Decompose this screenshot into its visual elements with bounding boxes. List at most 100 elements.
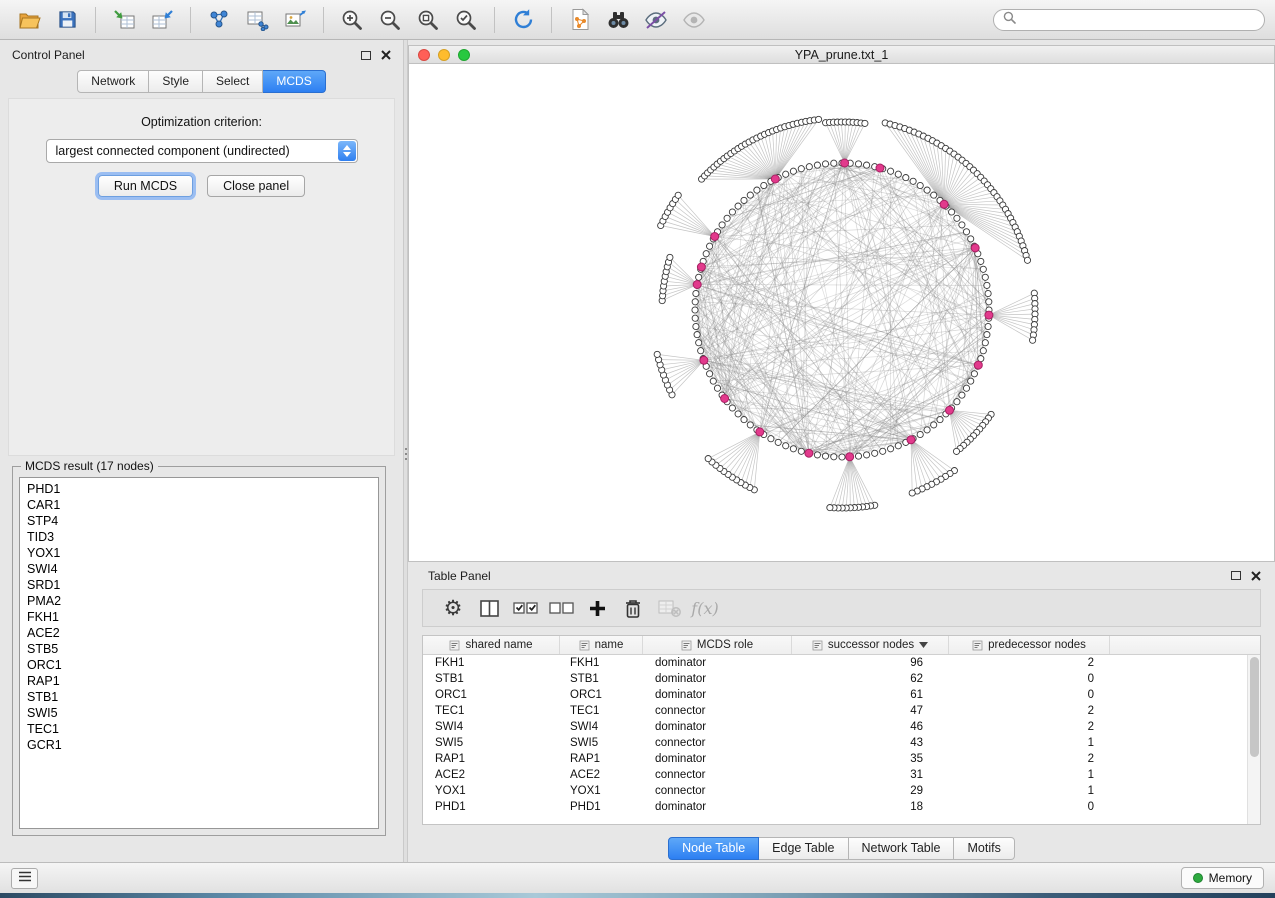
table-row[interactable]: PHD1PHD1dominator180 — [423, 799, 1247, 815]
mcds-result-item[interactable]: PMA2 — [27, 593, 378, 609]
table-row[interactable]: ACE2ACE2connector311 — [423, 767, 1247, 783]
tab-motifs[interactable]: Motifs — [954, 837, 1014, 860]
network-canvas[interactable] — [408, 64, 1275, 562]
float-panel-icon[interactable] — [361, 51, 371, 60]
tab-network[interactable]: Network — [77, 70, 149, 93]
table-row[interactable]: SWI5SWI5connector431 — [423, 735, 1247, 751]
memory-label: Memory — [1209, 871, 1252, 885]
network-graph — [409, 64, 1274, 561]
mcds-result-list[interactable]: PHD1CAR1STP4TID3YOX1SWI4SRD1PMA2FKH1ACE2… — [19, 477, 379, 829]
table-row[interactable]: ORC1ORC1dominator610 — [423, 687, 1247, 703]
zoom-fit-icon[interactable] — [410, 4, 446, 35]
cell: 29 — [792, 783, 949, 799]
cell: 2 — [949, 655, 1110, 671]
mcds-result-item[interactable]: ACE2 — [27, 625, 378, 641]
table-scrollbar[interactable] — [1247, 655, 1260, 824]
mcds-result-item[interactable]: SWI5 — [27, 705, 378, 721]
column-header-MCDS-role[interactable]: MCDS role — [643, 636, 792, 654]
zoom-selected-icon[interactable] — [448, 4, 484, 35]
open-session-icon[interactable] — [11, 4, 47, 35]
mcds-result-box: MCDS result (17 nodes) PHD1CAR1STP4TID3Y… — [12, 466, 386, 836]
table-row[interactable]: YOX1YOX1connector291 — [423, 783, 1247, 799]
mcds-result-item[interactable]: YOX1 — [27, 545, 378, 561]
mcds-result-item[interactable]: STB1 — [27, 689, 378, 705]
zoom-in-icon[interactable] — [334, 4, 370, 35]
delete-row-icon[interactable] — [615, 593, 651, 623]
column-header-name[interactable]: name — [560, 636, 643, 654]
show-eye-icon[interactable] — [676, 4, 712, 35]
optimization-dropdown[interactable]: largest connected component (undirected) — [46, 139, 358, 163]
new-network-icon[interactable] — [201, 4, 237, 35]
tab-network-table[interactable]: Network Table — [849, 837, 955, 860]
export-image-icon[interactable] — [277, 4, 313, 35]
mcds-result-item[interactable]: TEC1 — [27, 721, 378, 737]
cell: RAP1 — [423, 751, 560, 767]
select-all-icon[interactable] — [507, 593, 543, 623]
scrollbar-thumb[interactable] — [1250, 657, 1259, 757]
network-titlebar[interactable]: YPA_prune.txt_1 — [408, 45, 1275, 64]
columns-icon[interactable] — [471, 593, 507, 623]
cytoscape-window: Control Panel NetworkStyleSelectMCDS Opt… — [0, 0, 1275, 893]
search-binoculars-icon[interactable] — [600, 4, 636, 35]
mcds-result-item[interactable]: TID3 — [27, 529, 378, 545]
cell: SWI5 — [423, 735, 560, 751]
mcds-result-item[interactable]: CAR1 — [27, 497, 378, 513]
save-session-icon[interactable] — [49, 4, 85, 35]
memory-button[interactable]: Memory — [1181, 867, 1264, 889]
tab-node-table[interactable]: Node Table — [668, 837, 759, 860]
export-network-icon[interactable] — [562, 4, 598, 35]
run-mcds-button[interactable]: Run MCDS — [98, 175, 193, 197]
window-maximize-icon[interactable] — [458, 49, 470, 61]
cell: 62 — [792, 671, 949, 687]
close-panel-button[interactable]: Close panel — [207, 175, 305, 197]
column-header-successor-nodes[interactable]: successor nodes — [792, 636, 949, 654]
import-network-icon[interactable] — [106, 4, 142, 35]
close-panel-icon[interactable] — [381, 50, 391, 60]
mcds-result-item[interactable]: SRD1 — [27, 577, 378, 593]
menu-button[interactable] — [11, 868, 38, 889]
settings-gear-icon[interactable]: ⚙ — [435, 593, 471, 623]
mcds-result-item[interactable]: STB5 — [27, 641, 378, 657]
table-row[interactable]: STB1STB1dominator620 — [423, 671, 1247, 687]
tab-mcds[interactable]: MCDS — [263, 70, 325, 93]
table-row[interactable]: TEC1TEC1connector472 — [423, 703, 1247, 719]
search-input[interactable] — [1022, 13, 1255, 27]
mcds-result-item[interactable]: RAP1 — [27, 673, 378, 689]
table-row[interactable]: SWI4SWI4dominator462 — [423, 719, 1247, 735]
mcds-result-item[interactable]: STP4 — [27, 513, 378, 529]
mcds-result-item[interactable]: PHD1 — [27, 481, 378, 497]
cell: 1 — [949, 783, 1110, 799]
mcds-result-item[interactable]: ORC1 — [27, 657, 378, 673]
table-row[interactable]: RAP1RAP1dominator352 — [423, 751, 1247, 767]
close-table-panel-icon[interactable] — [1251, 571, 1261, 581]
import-table-icon[interactable] — [144, 4, 180, 35]
cell: TEC1 — [560, 703, 643, 719]
float-table-panel-icon[interactable] — [1231, 571, 1241, 580]
cell: 46 — [792, 719, 949, 735]
cell: connector — [643, 703, 792, 719]
optimization-label: Optimization criterion: — [9, 115, 394, 129]
tab-select[interactable]: Select — [203, 70, 263, 93]
mcds-result-item[interactable]: FKH1 — [27, 609, 378, 625]
tab-style[interactable]: Style — [149, 70, 203, 93]
refresh-layout-icon[interactable] — [505, 4, 541, 35]
search-box[interactable] — [993, 9, 1265, 31]
window-minimize-icon[interactable] — [438, 49, 450, 61]
table-tabs: Node TableEdge TableNetwork TableMotifs — [408, 837, 1275, 860]
mcds-result-item[interactable]: GCR1 — [27, 737, 378, 753]
window-close-icon[interactable] — [418, 49, 430, 61]
cell: PHD1 — [560, 799, 643, 815]
add-row-icon[interactable] — [579, 593, 615, 623]
deselect-all-icon[interactable] — [543, 593, 579, 623]
network-table-icon[interactable] — [239, 4, 275, 35]
column-header-predecessor-nodes[interactable]: predecessor nodes — [949, 636, 1110, 654]
toolbar-separator — [95, 7, 96, 33]
zoom-out-icon[interactable] — [372, 4, 408, 35]
mcds-result-item[interactable]: SWI4 — [27, 561, 378, 577]
dropdown-stepper-icon[interactable] — [338, 141, 356, 161]
table-row[interactable]: FKH1FKH1dominator962 — [423, 655, 1247, 671]
column-header-shared-name[interactable]: shared name — [423, 636, 560, 654]
cell: 43 — [792, 735, 949, 751]
hide-details-icon[interactable] — [638, 4, 674, 35]
tab-edge-table[interactable]: Edge Table — [759, 837, 848, 860]
